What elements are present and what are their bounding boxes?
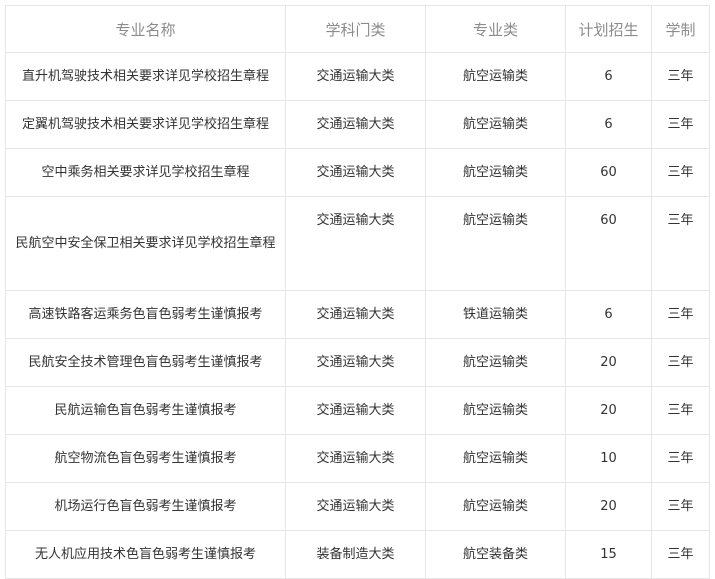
- cell-plan: 20: [565, 386, 652, 435]
- cell-years: 三年: [651, 530, 710, 579]
- cell-category: 交通运输大类: [285, 290, 426, 339]
- cell-type: 航空运输类: [425, 52, 566, 101]
- cell-category: 交通运输大类: [285, 482, 426, 531]
- cell-category: 装备制造大类: [285, 530, 426, 579]
- cell-years: 三年: [651, 100, 710, 149]
- cell-category: 交通运输大类: [285, 148, 426, 197]
- cell-category: 交通运输大类: [285, 52, 426, 101]
- table-row: 机场运行色盲色弱考生谨慎报考 交通运输大类 航空运输类 20 三年: [5, 482, 710, 531]
- cell-type: 航空运输类: [425, 196, 566, 291]
- cell-major-name: 民航空中安全保卫相关要求详见学校招生章程: [5, 196, 286, 291]
- cell-plan: 10: [565, 434, 652, 483]
- table-row: 无人机应用技术色盲色弱考生谨慎报考 装备制造大类 航空装备类 15 三年: [5, 530, 710, 579]
- cell-type: 航空运输类: [425, 482, 566, 531]
- cell-type: 航空运输类: [425, 434, 566, 483]
- cell-major-name: 机场运行色盲色弱考生谨慎报考: [5, 482, 286, 531]
- cell-plan: 15: [565, 530, 652, 579]
- cell-type: 航空运输类: [425, 100, 566, 149]
- cell-type: 航空装备类: [425, 530, 566, 579]
- cell-major-name: 民航安全技术管理色盲色弱考生谨慎报考: [5, 338, 286, 387]
- cell-years: 三年: [651, 386, 710, 435]
- cell-category: 交通运输大类: [285, 100, 426, 149]
- table-row: 高速铁路客运乘务色盲色弱考生谨慎报考 交通运输大类 铁道运输类 6 三年: [5, 290, 710, 339]
- cell-major-name: 民航运输色盲色弱考生谨慎报考: [5, 386, 286, 435]
- cell-category: 交通运输大类: [285, 196, 426, 291]
- cell-years: 三年: [651, 482, 710, 531]
- cell-years: 三年: [651, 434, 710, 483]
- cell-major-name: 定翼机驾驶技术相关要求详见学校招生章程: [5, 100, 286, 149]
- cell-years: 三年: [651, 290, 710, 339]
- cell-major-name: 航空物流色盲色弱考生谨慎报考: [5, 434, 286, 483]
- header-study-years: 学制: [651, 5, 710, 53]
- cell-plan: 20: [565, 482, 652, 531]
- cell-years: 三年: [651, 52, 710, 101]
- header-major-name: 专业名称: [5, 5, 286, 53]
- header-major-type: 专业类: [425, 5, 566, 53]
- header-planned-enrollment: 计划招生: [565, 5, 652, 53]
- cell-category: 交通运输大类: [285, 434, 426, 483]
- cell-years: 三年: [651, 196, 710, 291]
- table-row: 直升机驾驶技术相关要求详见学校招生章程 交通运输大类 航空运输类 6 三年: [5, 52, 710, 101]
- cell-type: 铁道运输类: [425, 290, 566, 339]
- table-row: 航空物流色盲色弱考生谨慎报考 交通运输大类 航空运输类 10 三年: [5, 434, 710, 483]
- cell-major-name: 高速铁路客运乘务色盲色弱考生谨慎报考: [5, 290, 286, 339]
- cell-plan: 6: [565, 100, 652, 149]
- table-row: 民航运输色盲色弱考生谨慎报考 交通运输大类 航空运输类 20 三年: [5, 386, 710, 435]
- cell-category: 交通运输大类: [285, 338, 426, 387]
- cell-category: 交通运输大类: [285, 386, 426, 435]
- cell-years: 三年: [651, 338, 710, 387]
- cell-major-name: 空中乘务相关要求详见学校招生章程: [5, 148, 286, 197]
- cell-type: 航空运输类: [425, 148, 566, 197]
- cell-type: 航空运输类: [425, 386, 566, 435]
- table-row: 空中乘务相关要求详见学校招生章程 交通运输大类 航空运输类 60 三年: [5, 148, 710, 197]
- cell-type: 航空运输类: [425, 338, 566, 387]
- cell-plan: 6: [565, 290, 652, 339]
- cell-plan: 60: [565, 148, 652, 197]
- table-row: 民航安全技术管理色盲色弱考生谨慎报考 交通运输大类 航空运输类 20 三年: [5, 338, 710, 387]
- cell-years: 三年: [651, 148, 710, 197]
- enrollment-table: 专业名称 学科门类 专业类 计划招生 学制 直升机驾驶技术相关要求详见学校招生章…: [5, 5, 710, 579]
- cell-plan: 60: [565, 196, 652, 291]
- header-discipline-category: 学科门类: [285, 5, 426, 53]
- enrollment-table-container: 专业名称 学科门类 专业类 计划招生 学制 直升机驾驶技术相关要求详见学校招生章…: [5, 5, 710, 579]
- table-header-row: 专业名称 学科门类 专业类 计划招生 学制: [5, 5, 710, 53]
- cell-plan: 20: [565, 338, 652, 387]
- table-row: 定翼机驾驶技术相关要求详见学校招生章程 交通运输大类 航空运输类 6 三年: [5, 100, 710, 149]
- table-row: 民航空中安全保卫相关要求详见学校招生章程 交通运输大类 航空运输类 60 三年: [5, 196, 710, 291]
- cell-major-name: 无人机应用技术色盲色弱考生谨慎报考: [5, 530, 286, 579]
- cell-major-name: 直升机驾驶技术相关要求详见学校招生章程: [5, 52, 286, 101]
- cell-plan: 6: [565, 52, 652, 101]
